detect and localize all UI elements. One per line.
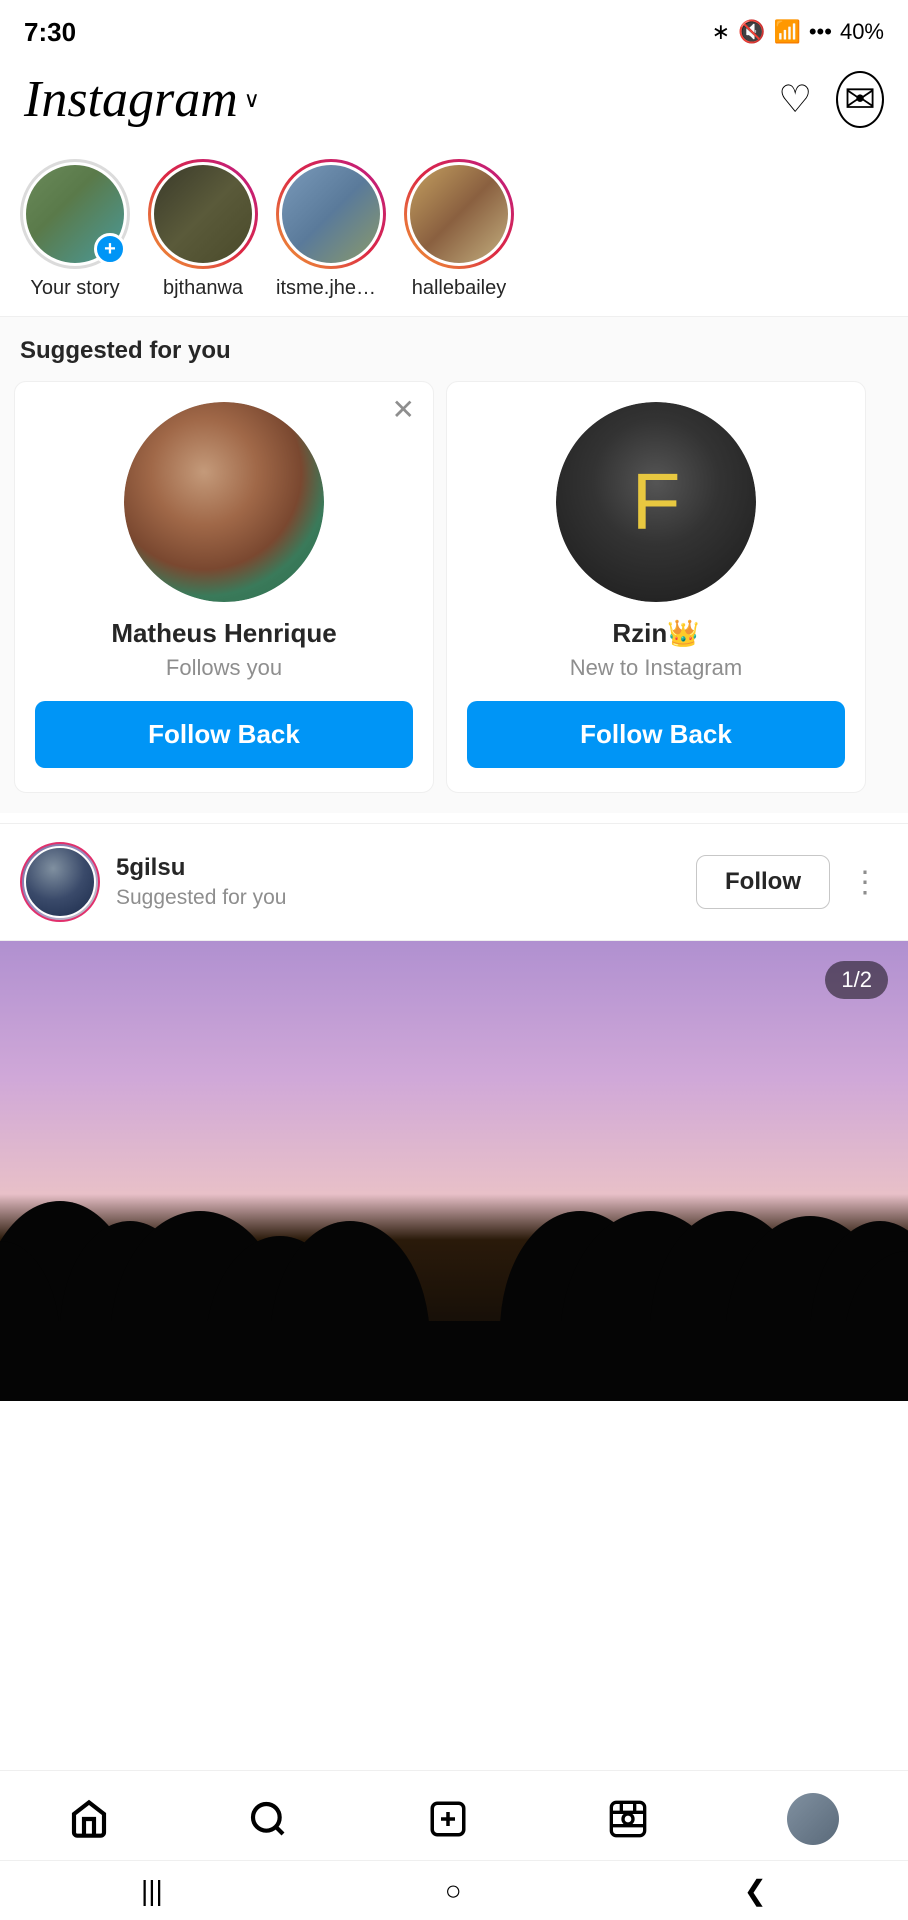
story-item-hallebailey[interactable]: hallebailey [404,159,514,300]
battery-status: 40% [840,19,884,45]
stories-row: + Your story bjthanwa itsme.jhem24 halle… [0,143,908,317]
follow-button-5gilsu[interactable]: Follow [696,855,830,909]
user-row-subtext: Suggested for you [116,886,696,910]
card-avatar-matheus [124,402,324,602]
card-username-rzin: Rzin👑 [612,618,699,649]
header-action-icons: ♡ ✉ [778,71,884,128]
bluetooth-icon: ∗ [712,19,730,45]
messenger-icon[interactable]: ✉ [836,71,884,128]
mute-icon: 🔇 [738,19,765,45]
user-row-username: 5gilsu [116,854,696,882]
user-row-avatar-5gilsu [20,842,100,922]
story-ring-bjthanwa [148,159,258,269]
bottom-nav [0,1770,908,1860]
story-ring-hallebailey [404,159,514,269]
suggested-cards-row: ✕ Matheus Henrique Follows you Follow Ba… [0,381,908,793]
story-item-your-story[interactable]: + Your story [20,159,130,300]
suggested-user-row: 5gilsu Suggested for you Follow ⋮ [0,823,908,941]
nav-add-post[interactable] [427,1798,469,1840]
story-label-bjthanwa: bjthanwa [163,277,243,300]
story-avatar-hallebailey [407,162,511,266]
status-bar: 7:30 ∗ 🔇 📶 ••• 40% [0,0,908,60]
card-subtext-matheus: Follows you [166,655,282,681]
user-row-info-5gilsu: 5gilsu Suggested for you [116,854,696,910]
dropdown-chevron[interactable]: ∨ [244,87,260,113]
notifications-icon[interactable]: ♡ [778,77,812,122]
profile-pic-nav [787,1793,839,1845]
card-subtext-rzin: New to Instagram [570,655,742,681]
post-image[interactable]: 1/2 [0,941,908,1401]
suggested-card-matheus: ✕ Matheus Henrique Follows you Follow Ba… [14,381,434,793]
wifi-icon: 📶 [773,19,800,45]
sys-nav-back[interactable]: ❮ [724,1866,787,1915]
follow-back-button-rzin[interactable]: Follow Back [467,701,845,768]
story-label-itsme-jhem24: itsme.jhem24 [276,277,386,300]
status-time: 7:30 [24,17,76,48]
avatar-image-matheus [124,402,324,602]
nav-search[interactable] [248,1799,288,1839]
close-card-matheus[interactable]: ✕ [392,396,415,424]
suggested-card-rzin: F Rzin👑 New to Instagram Follow Back [446,381,866,793]
story-item-bjthanwa[interactable]: bjthanwa [148,159,258,300]
story-label-hallebailey: hallebailey [412,277,507,300]
sys-nav-recents[interactable]: ||| [121,1867,183,1915]
nav-home[interactable] [69,1799,109,1839]
story-ring-itsme-jhem24 [276,159,386,269]
logo-text: Instagram [24,70,238,129]
suggested-section: Suggested for you ✕ Matheus Henrique Fol… [0,317,908,813]
status-icons: ∗ 🔇 📶 ••• 40% [712,19,884,45]
your-story-ring: + [20,159,130,269]
story-avatar-bjthanwa [151,162,255,266]
avatar-image-rzin: F [556,402,756,602]
suggested-title: Suggested for you [0,337,908,381]
card-username-matheus: Matheus Henrique [111,618,336,649]
nav-profile[interactable] [787,1793,839,1845]
app-logo[interactable]: Instagram ∨ [24,70,260,129]
user-avatar-inner-5gilsu [24,846,96,918]
app-header: Instagram ∨ ♡ ✉ [0,60,908,143]
post-counter: 1/2 [825,961,888,999]
follow-back-button-matheus[interactable]: Follow Back [35,701,413,768]
story-label-your-story: Your story [30,277,119,300]
user-row-actions: Follow ⋮ [696,855,888,909]
post-image-svg [0,941,908,1401]
story-avatar-itsme-jhem24 [279,162,383,266]
sys-nav-home[interactable]: ○ [425,1867,482,1915]
system-nav: ||| ○ ❮ [0,1860,908,1920]
add-story-button[interactable]: + [94,233,126,265]
nav-reels[interactable] [608,1799,648,1839]
more-options-icon[interactable]: ⋮ [842,861,888,904]
signal-icon: ••• [809,19,832,45]
card-avatar-rzin: F [556,402,756,602]
story-item-itsme-jhem24[interactable]: itsme.jhem24 [276,159,386,300]
